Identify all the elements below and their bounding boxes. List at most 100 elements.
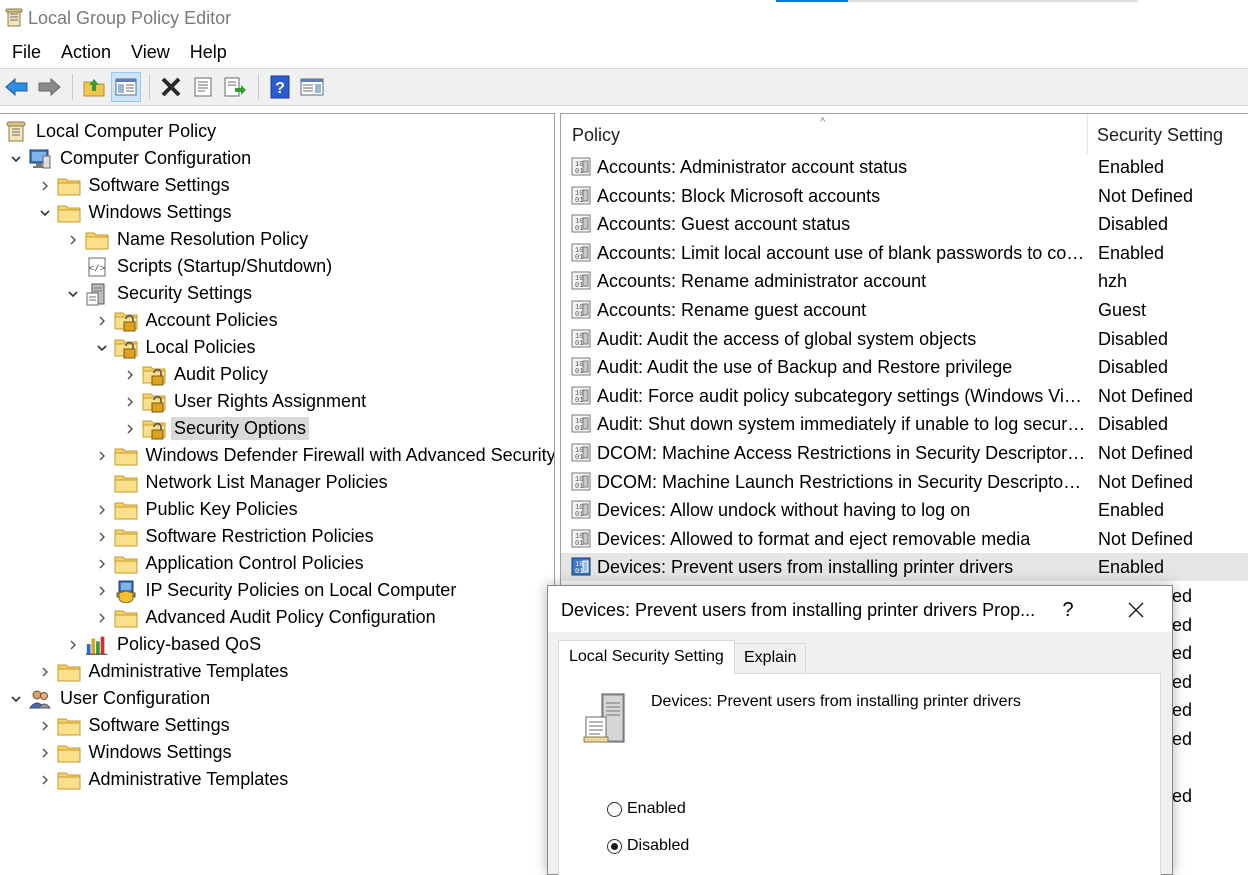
tree-item-local-computer-policy[interactable]: Local Computer Policy (4, 118, 219, 145)
forward-button[interactable] (34, 72, 64, 102)
chevron-right-icon[interactable] (37, 772, 53, 788)
policy-name[interactable]: DCOM: Machine Access Restrictions in Sec… (597, 443, 1087, 464)
chevron-right-icon[interactable] (94, 610, 110, 626)
option-disabled[interactable]: Disabled (607, 837, 689, 855)
chevron-right-icon[interactable] (122, 421, 138, 437)
policy-row[interactable]: 10 01 Audit: Audit the access of global sy… (561, 325, 1248, 353)
policy-setting[interactable]: Disabled (1098, 214, 1168, 235)
policy-setting[interactable]: ed (1172, 672, 1192, 693)
policy-name[interactable]: Audit: Force audit policy subcategory se… (597, 386, 1087, 407)
chevron-down-icon[interactable] (8, 151, 24, 167)
chevron-right-icon[interactable] (37, 718, 53, 734)
tree-item-computer-configuration[interactable]: Computer Configuration (8, 145, 254, 172)
tree-item-label[interactable]: Local Policies (143, 336, 259, 359)
tree-item-ip-security-policies-on-local-computer[interactable]: IP Security Policies on Local Computer (94, 577, 460, 604)
tree-item-software-settings[interactable]: Software Settings (37, 172, 233, 199)
tree-item-label[interactable]: Software Settings (86, 714, 233, 737)
tree-item-label[interactable]: Application Control Policies (143, 552, 367, 575)
policy-name[interactable]: Accounts: Guest account status (597, 214, 1087, 235)
tree-item-label[interactable]: User Rights Assignment (171, 390, 369, 413)
policy-row[interactable]: 10 01 Devices: Allow undock without having… (561, 496, 1248, 524)
help-button[interactable]: ? (265, 72, 295, 102)
tree-item-label[interactable]: Audit Policy (171, 363, 271, 386)
tree-item-local-policies[interactable]: Local Policies (94, 334, 259, 361)
policy-name[interactable]: Audit: Audit the use of Backup and Resto… (597, 357, 1087, 378)
chevron-down-icon[interactable] (94, 340, 110, 356)
radio-disabled[interactable] (607, 838, 622, 854)
chevron-right-icon[interactable] (94, 583, 110, 599)
tree-item-label[interactable]: Software Restriction Policies (143, 525, 377, 548)
back-button[interactable] (2, 72, 32, 102)
tree-item-label[interactable]: Administrative Templates (86, 660, 292, 683)
show-action-pane-button[interactable] (297, 72, 327, 102)
tree-item-label[interactable]: Public Key Policies (143, 498, 301, 521)
policy-setting[interactable]: Not Defined (1098, 472, 1193, 493)
tree-item-network-list-manager-policies[interactable]: Network List Manager Policies (94, 469, 391, 496)
menu-view[interactable]: View (121, 38, 180, 67)
menu-action[interactable]: Action (51, 38, 121, 67)
chevron-right-icon[interactable] (94, 448, 110, 464)
chevron-right-icon[interactable] (37, 745, 53, 761)
policy-setting[interactable]: Enabled (1098, 157, 1164, 178)
policy-name[interactable]: Devices: Allowed to format and eject rem… (597, 529, 1087, 550)
policy-setting[interactable]: Enabled (1098, 557, 1164, 578)
show-hide-tree-button[interactable] (111, 72, 141, 102)
policy-row[interactable]: 10 01 Audit: Shut down system immediately … (561, 410, 1248, 438)
policy-setting[interactable]: Enabled (1098, 243, 1164, 264)
policy-name[interactable]: Devices: Allow undock without having to … (597, 500, 1087, 521)
policy-row[interactable]: 10 01 Devices: Prevent users from installi… (561, 553, 1248, 582)
export-list-button[interactable] (220, 72, 250, 102)
policy-name[interactable]: Accounts: Limit local account use of bla… (597, 243, 1087, 264)
option-enabled[interactable]: Enabled (607, 800, 686, 818)
policy-setting[interactable]: Enabled (1098, 500, 1164, 521)
tree-item-label[interactable]: Account Policies (143, 309, 281, 332)
policy-row[interactable]: 10 01 Accounts: Limit local account use of… (561, 239, 1248, 267)
policy-row[interactable]: 10 01 DCOM: Machine Access Restrictions in… (561, 439, 1248, 467)
policy-setting[interactable]: Disabled (1098, 329, 1168, 350)
tree-item-label[interactable]: Software Settings (86, 174, 233, 197)
dialog-help-button[interactable]: ? (1048, 594, 1088, 626)
tab-explain[interactable]: Explain (734, 643, 807, 673)
tree-item-label[interactable]: Scripts (Startup/Shutdown) (114, 255, 335, 278)
policy-name[interactable]: Accounts: Block Microsoft accounts (597, 186, 1087, 207)
tree-item-label[interactable]: Advanced Audit Policy Configuration (143, 606, 439, 629)
policy-row[interactable]: 10 01 Accounts: Rename guest account Guest (561, 296, 1248, 324)
policy-setting[interactable]: ed (1172, 643, 1192, 664)
policy-name[interactable]: Devices: Prevent users from installing p… (597, 557, 1087, 578)
tree-item-windows-settings[interactable]: Windows Settings (37, 739, 235, 766)
chevron-right-icon[interactable] (94, 556, 110, 572)
tree-item-security-settings[interactable]: Security Settings (65, 280, 255, 307)
policy-setting[interactable]: Not Defined (1098, 443, 1193, 464)
policy-name[interactable]: Accounts: Administrator account status (597, 157, 1087, 178)
tree-item-audit-policy[interactable]: Audit Policy (122, 361, 271, 388)
tree-item-label[interactable]: User Configuration (57, 687, 213, 710)
dialog-close-button[interactable] (1114, 594, 1158, 626)
tree-item-administrative-templates[interactable]: Administrative Templates (37, 766, 292, 793)
radio-enabled-label[interactable]: Enabled (627, 800, 686, 818)
tree-item-label[interactable]: Administrative Templates (86, 768, 292, 791)
tree-item-label[interactable]: Windows Defender Firewall with Advanced … (143, 444, 555, 467)
chevron-down-icon[interactable] (8, 691, 24, 707)
tree-item-label[interactable]: Policy-based QoS (114, 633, 264, 656)
policy-setting[interactable]: ed (1172, 786, 1192, 807)
menu-help[interactable]: Help (180, 38, 237, 67)
tree-item-label[interactable]: Local Computer Policy (33, 120, 219, 143)
tree-item-public-key-policies[interactable]: Public Key Policies (94, 496, 301, 523)
tree-item-label[interactable]: Name Resolution Policy (114, 228, 311, 251)
policy-name[interactable]: Audit: Shut down system immediately if u… (597, 414, 1087, 435)
policy-row[interactable]: 10 01 Audit: Force audit policy subcategor… (561, 382, 1248, 410)
policy-setting[interactable]: ed (1172, 586, 1192, 607)
policy-setting[interactable]: ed (1172, 729, 1192, 750)
policy-name[interactable]: DCOM: Machine Launch Restrictions in Sec… (597, 472, 1087, 493)
policy-setting[interactable]: Guest (1098, 300, 1146, 321)
chevron-down-icon[interactable] (65, 286, 81, 302)
tree-item-user-configuration[interactable]: User Configuration (8, 685, 213, 712)
chevron-right-icon[interactable] (94, 529, 110, 545)
chevron-right-icon[interactable] (122, 394, 138, 410)
tree-item-security-options[interactable]: Security Options (122, 415, 310, 442)
policy-setting[interactable]: Not Defined (1098, 529, 1193, 550)
policy-setting[interactable]: Disabled (1098, 357, 1168, 378)
policy-setting[interactable]: Not Defined (1098, 386, 1193, 407)
tree-item-application-control-policies[interactable]: Application Control Policies (94, 550, 367, 577)
policy-setting[interactable]: ed (1172, 615, 1192, 636)
